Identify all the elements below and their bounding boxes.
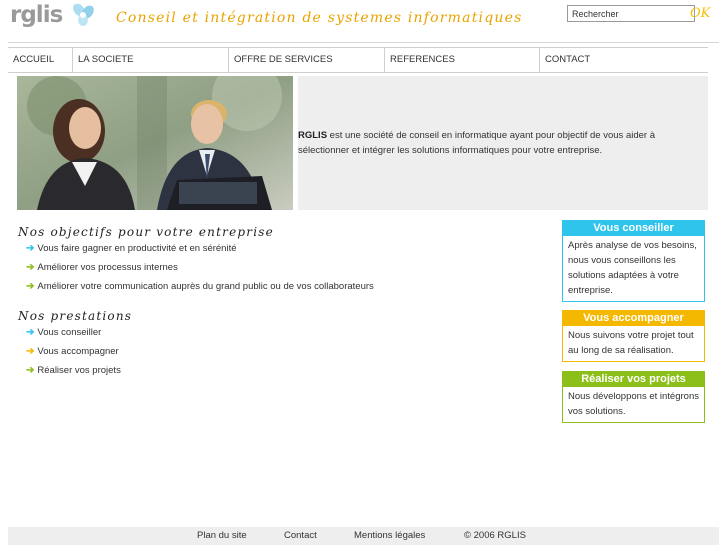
box-title[interactable]: Vous accompagner	[563, 311, 704, 326]
hero-photo	[17, 76, 293, 210]
objectives-title: Nos objectifs pour votre entreprise	[18, 225, 274, 239]
header: rglis Conseil et intégration de systemes…	[0, 0, 727, 42]
search-input[interactable]	[567, 5, 695, 22]
arrow-right-icon: ➔	[26, 346, 35, 357]
services-list: ➔ Vous conseiller ➔ Vous accompagner ➔ Réal…	[26, 323, 121, 380]
objectives-list: ➔ Vous faire gagner en productivité et en…	[26, 239, 374, 296]
arrow-right-icon: ➔	[26, 281, 35, 292]
list-item[interactable]: ➔ Vous accompagner	[26, 342, 121, 361]
nav-item-accueil[interactable]: ACCUEIL	[8, 48, 72, 72]
box-realiser-vos-projets: Réaliser vos projets Nous développons et…	[562, 371, 705, 423]
arrow-right-icon: ➔	[26, 327, 35, 338]
footer-copyright: © 2006 RGLIS	[464, 530, 526, 541]
nav-item-references[interactable]: REFERENCES	[384, 48, 539, 72]
objective-text: Améliorer votre communication auprès du …	[37, 281, 374, 292]
arrow-right-icon: ➔	[26, 365, 35, 376]
list-item: ➔ Vous faire gagner en productivité et en…	[26, 239, 374, 258]
box-title[interactable]: Vous conseiller	[563, 221, 704, 236]
nav-item-offre-de-services[interactable]: OFFRE DE SERVICES	[228, 48, 384, 72]
hero-description: est une société de conseil en informatiq…	[298, 130, 655, 156]
service-link-realiser[interactable]: Réaliser vos projets	[37, 365, 120, 376]
footer: Plan du site Contact Mentions légales © …	[8, 527, 719, 545]
service-link-accompagner[interactable]: Vous accompagner	[37, 346, 118, 357]
box-body: Après analyse de vos besoins, nous vous …	[568, 240, 697, 296]
nav-item-la-societe[interactable]: LA SOCIETE	[72, 48, 228, 72]
footer-link-sitemap[interactable]: Plan du site	[197, 527, 247, 545]
business-people-image	[17, 76, 293, 210]
box-body: Nous suivons votre projet tout au long d…	[568, 330, 694, 356]
nav-item-contact[interactable]: CONTACT	[539, 48, 708, 72]
footer-link-contact[interactable]: Contact	[284, 527, 317, 545]
hero-brand: RGLIS	[298, 130, 328, 141]
search-ok-button[interactable]: OK	[690, 5, 718, 22]
box-vous-conseiller: Vous conseiller Après analyse de vos bes…	[562, 220, 705, 302]
main-nav: ACCUEIL LA SOCIETE OFFRE DE SERVICES REF…	[8, 47, 708, 73]
hero-intro-box: RGLIS est une société de conseil en info…	[298, 76, 708, 210]
arrow-right-icon: ➔	[26, 243, 35, 254]
objective-text: Vous faire gagner en productivité et en …	[37, 243, 237, 254]
box-body: Nous développons et intégrons vos soluti…	[568, 391, 699, 417]
objective-text: Améliorer vos processus internes	[37, 262, 178, 273]
box-vous-accompagner: Vous accompagner Nous suivons votre proj…	[562, 310, 705, 362]
box-title[interactable]: Réaliser vos projets	[563, 372, 704, 387]
logo-icon	[73, 3, 94, 26]
services-title: Nos prestations	[18, 309, 133, 323]
logo[interactable]: rglis	[10, 2, 63, 28]
list-item[interactable]: ➔ Vous conseiller	[26, 323, 121, 342]
header-divider	[8, 42, 719, 43]
list-item: ➔ Améliorer votre communication auprès du…	[26, 277, 374, 296]
arrow-right-icon: ➔	[26, 262, 35, 273]
footer-link-legal[interactable]: Mentions légales	[354, 527, 425, 545]
service-link-conseiller[interactable]: Vous conseiller	[37, 327, 101, 338]
slogan: Conseil et intégration de systemes infor…	[116, 10, 523, 26]
hero-intro-text: RGLIS est une société de conseil en info…	[298, 128, 703, 158]
list-item[interactable]: ➔ Réaliser vos projets	[26, 361, 121, 380]
list-item: ➔ Améliorer vos processus internes	[26, 258, 374, 277]
